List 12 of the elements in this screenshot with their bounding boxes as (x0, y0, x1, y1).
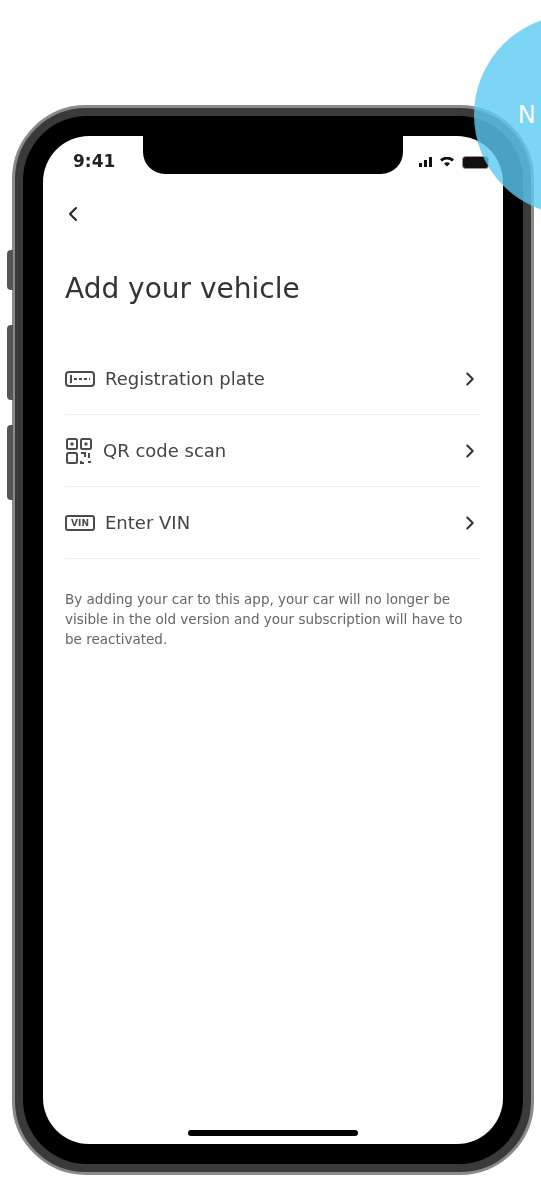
battery-icon (462, 155, 489, 169)
page-title: Add your vehicle (65, 271, 301, 307)
option-row[interactable]: VIN Enter VIN (65, 487, 481, 559)
qr-code-icon (65, 436, 93, 465)
wifi-icon (440, 157, 454, 167)
plate-icon (65, 370, 95, 387)
disclaimer-text: By adding your car to this app, your car will no longer be visible in the old version and your subscription will have to be reactivated. (65, 590, 464, 649)
signal-icon (419, 157, 432, 167)
status-time: 9:41 (73, 150, 116, 174)
vin-icon: VIN (65, 514, 95, 531)
option-row[interactable]: Registration plate (65, 343, 481, 415)
option-row[interactable]: QR code scan (65, 415, 481, 487)
